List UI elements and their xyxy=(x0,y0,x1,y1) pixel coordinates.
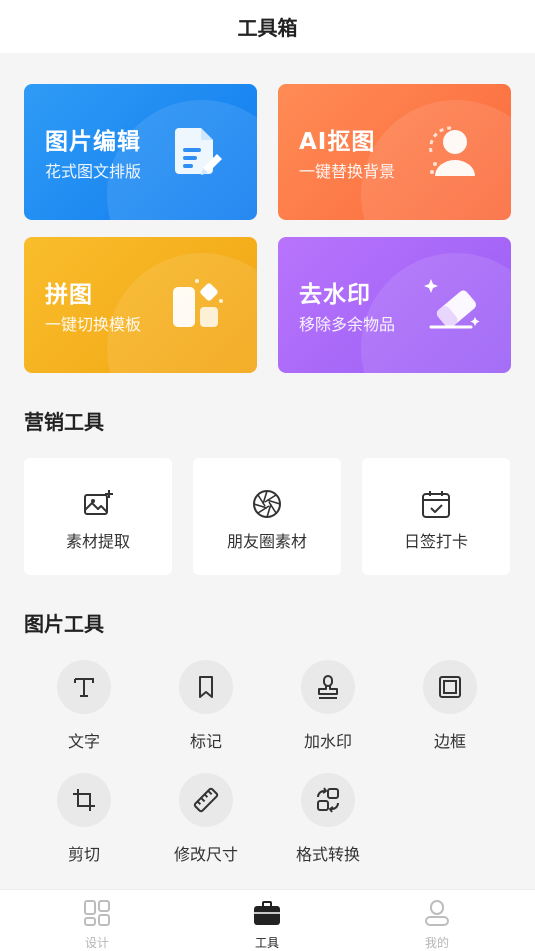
feature-subtitle: 一键切换模板 xyxy=(45,315,142,334)
document-edit-icon xyxy=(175,128,222,175)
tab-mine[interactable]: 我的 xyxy=(377,890,497,951)
marketing-item-label: 日签打卡 xyxy=(403,532,468,551)
feature-card-image-edit[interactable]: 图片编辑 花式图文排版 xyxy=(24,84,257,220)
ruler-icon xyxy=(193,787,219,813)
tool-label: 修改尺寸 xyxy=(173,845,238,864)
tool-label: 格式转换 xyxy=(295,845,360,864)
image-tools-section-title: 图片工具 xyxy=(24,612,104,636)
tab-design[interactable]: 设计 xyxy=(37,890,157,951)
tool-label: 文字 xyxy=(67,732,100,751)
text-icon xyxy=(74,678,94,697)
marketing-item-label: 朋友圈素材 xyxy=(226,532,307,551)
crop-icon xyxy=(73,789,95,811)
bottom-tab-bar: 设计 工具 我的 xyxy=(0,889,535,951)
marketing-item-label: 素材提取 xyxy=(65,532,130,551)
user-icon xyxy=(425,900,449,926)
tool-label: 标记 xyxy=(189,732,222,751)
tool-format-convert[interactable]: 格式转换 xyxy=(273,773,383,873)
feature-subtitle: 花式图文排版 xyxy=(45,162,142,181)
app-header: 工具箱 xyxy=(0,0,535,53)
feature-title: AI抠图 xyxy=(299,129,376,155)
toolbox-icon xyxy=(254,901,280,925)
feature-title: 去水印 xyxy=(299,282,371,308)
collage-blocks-icon xyxy=(173,279,223,327)
feature-subtitle: 一键替换背景 xyxy=(299,162,396,181)
aperture-icon xyxy=(253,490,281,518)
eraser-icon xyxy=(424,279,480,329)
convert-icon xyxy=(317,787,339,813)
marketing-item-daily-checkin[interactable]: 日签打卡 xyxy=(362,458,510,575)
tool-frame[interactable]: 边框 xyxy=(395,660,505,760)
tool-resize[interactable]: 修改尺寸 xyxy=(151,773,261,873)
page-title: 工具箱 xyxy=(237,16,298,40)
feature-card-remove-watermark[interactable]: 去水印 移除多余物品 xyxy=(278,237,511,373)
marketing-item-moments-material[interactable]: 朋友圈素材 xyxy=(193,458,341,575)
tab-label: 我的 xyxy=(424,936,449,950)
tool-label: 边框 xyxy=(433,732,466,751)
tool-text[interactable]: 文字 xyxy=(29,660,139,760)
feature-card-ai-cutout[interactable]: AI抠图 一键替换背景 xyxy=(278,84,511,220)
feature-card-collage[interactable]: 拼图 一键切换模板 xyxy=(24,237,257,373)
tool-mark[interactable]: 标记 xyxy=(151,660,261,760)
tab-label: 设计 xyxy=(84,936,109,950)
person-cutout-icon xyxy=(429,126,475,176)
feature-title: 拼图 xyxy=(45,282,93,308)
feature-subtitle: 移除多余物品 xyxy=(299,315,396,334)
bookmark-icon xyxy=(199,676,213,698)
frame-icon xyxy=(439,676,461,698)
tool-add-watermark[interactable]: 加水印 xyxy=(273,660,383,760)
tab-label: 工具 xyxy=(254,936,279,950)
calendar-check-icon xyxy=(422,491,450,518)
stamp-icon xyxy=(318,675,338,699)
tool-label: 加水印 xyxy=(303,732,352,751)
grid-icon xyxy=(84,900,110,926)
marketing-item-material-extract[interactable]: 素材提取 xyxy=(24,458,172,575)
tab-tools[interactable]: 工具 xyxy=(207,890,327,951)
image-add-icon xyxy=(84,490,113,515)
feature-title: 图片编辑 xyxy=(45,129,141,155)
tool-label: 剪切 xyxy=(67,845,100,864)
marketing-section-title: 营销工具 xyxy=(24,410,104,434)
tool-crop[interactable]: 剪切 xyxy=(29,773,139,873)
